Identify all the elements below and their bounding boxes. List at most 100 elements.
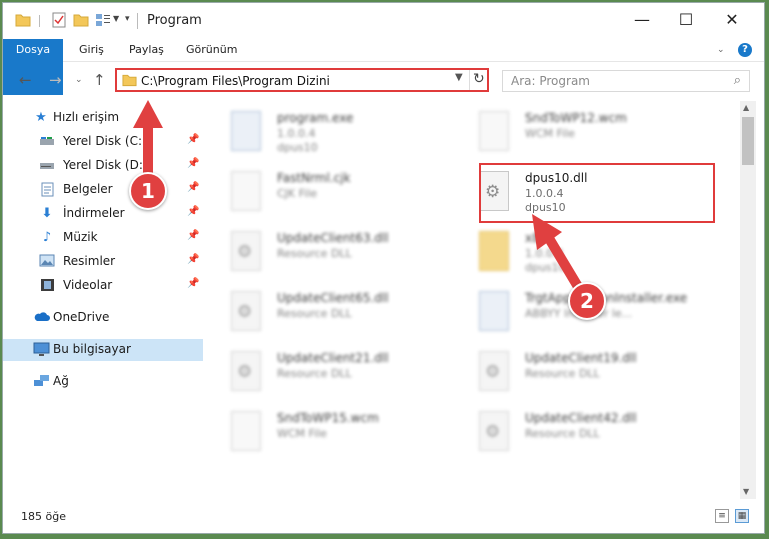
file-detail: Resource DLL — [277, 247, 352, 260]
star-icon: ★ — [35, 110, 47, 125]
sidebar-item-quick-access[interactable]: ★ Hızlı erişim — [3, 107, 203, 129]
details-view-icon[interactable]: ≡ — [715, 509, 729, 523]
installer-icon — [479, 291, 509, 331]
new-folder-icon[interactable] — [73, 12, 89, 30]
file-detail: Resource DLL — [277, 307, 352, 320]
minimize-button[interactable]: — — [629, 9, 655, 31]
file-detail: 1.0.0.4 — [277, 127, 316, 140]
tab-home[interactable]: Giriş — [79, 39, 104, 61]
document-file-icon — [479, 111, 509, 151]
scroll-up-icon[interactable]: ▲ — [743, 103, 749, 112]
file-detail: Resource DLL — [525, 427, 600, 440]
drive-icon — [39, 158, 55, 174]
file-name: UpdateClient65.dll — [277, 291, 389, 305]
sidebar-item-label: Yerel Disk (D:) — [63, 158, 148, 172]
file-item[interactable]: SndToWP15.wcm WCM File — [213, 407, 453, 463]
view-options-icon[interactable] — [95, 12, 111, 30]
address-path[interactable]: C:\Program Files\Program Dizini — [141, 74, 330, 88]
large-icons-view-icon[interactable]: ▦ — [735, 509, 749, 523]
file-name: UpdateClient19.dll — [525, 351, 637, 365]
file-detail: Resource DLL — [525, 367, 600, 380]
pin-icon[interactable]: 📌 — [187, 182, 199, 193]
folder-icon[interactable] — [15, 12, 31, 30]
dll-gear-icon — [231, 231, 261, 271]
step-callout-2: 2 — [568, 282, 606, 320]
sidebar-item-label: Belgeler — [63, 182, 113, 196]
pin-icon[interactable]: 📌 — [187, 230, 199, 241]
file-name: FastNrml.cjk — [277, 171, 351, 185]
sidebar-item-label: Hızlı erişim — [53, 110, 120, 124]
file-item[interactable]: UpdateClient21.dll Resource DLL — [213, 347, 453, 403]
address-bar[interactable]: C:\Program Files\Program Dizini ▼ ↻ — [115, 68, 489, 92]
sidebar-item-music[interactable]: ♪ Müzik 📌 — [3, 227, 203, 249]
pictures-icon — [39, 254, 55, 270]
sidebar-item-local-disk-c[interactable]: Yerel Disk (C:) 📌 — [3, 131, 203, 153]
sidebar-item-this-pc[interactable]: Bu bilgisayar — [3, 339, 203, 361]
pin-icon[interactable]: 📌 — [187, 206, 199, 217]
sidebar-item-label: Ağ — [53, 374, 69, 388]
dll-gear-icon — [231, 291, 261, 331]
sidebar-item-local-disk-d[interactable]: Yerel Disk (D:) 📌 — [3, 155, 203, 177]
tab-view[interactable]: Görünüm — [186, 39, 237, 61]
sidebar-item-onedrive[interactable]: OneDrive — [3, 307, 203, 329]
file-name: SndToWP12.wcm — [525, 111, 627, 125]
help-icon[interactable]: ? — [738, 43, 752, 57]
qa-divider — [39, 15, 40, 27]
expand-ribbon-icon[interactable]: ⌄ — [717, 39, 725, 61]
pin-icon[interactable]: 📌 — [187, 158, 199, 169]
forward-arrow-icon[interactable]: → — [49, 71, 62, 89]
file-detail: dpus10 — [277, 141, 318, 154]
file-detail: dpus10 — [525, 261, 566, 274]
file-name: SndToWP15.wcm — [277, 411, 379, 425]
maximize-button[interactable]: ☐ — [673, 9, 699, 31]
search-box[interactable]: Ara: Program ⌕ — [502, 70, 750, 92]
sidebar-item-label: İndirmeler — [63, 206, 125, 220]
search-icon[interactable]: ⌕ — [734, 73, 741, 88]
pin-icon[interactable]: 📌 — [187, 134, 199, 145]
sidebar-item-pictures[interactable]: Resimler 📌 — [3, 251, 203, 273]
file-detail: CJK File — [277, 187, 318, 200]
sidebar-item-label: Yerel Disk (C:) — [63, 134, 147, 148]
file-item[interactable]: FastNrml.cjk CJK File — [213, 167, 453, 223]
file-detail: Resource DLL — [277, 367, 352, 380]
scroll-thumb[interactable] — [742, 117, 754, 165]
sidebar-item-label: OneDrive — [53, 310, 110, 324]
file-item[interactable]: UpdateClient63.dll Resource DLL — [213, 227, 453, 283]
recent-locations-icon[interactable]: ⌄ — [75, 75, 83, 85]
up-arrow-icon[interactable]: ↑ — [93, 71, 106, 89]
close-button[interactable]: ✕ — [719, 9, 745, 31]
address-dropdown-icon[interactable]: ▼ — [455, 72, 463, 83]
vertical-scrollbar[interactable]: ▲ ▼ — [740, 101, 756, 499]
refresh-icon[interactable]: ↻ — [473, 71, 485, 87]
dll-gear-icon — [479, 351, 509, 391]
computer-icon — [33, 342, 50, 358]
file-name: TrgtApplicationInstaller.exe — [525, 291, 688, 305]
properties-icon[interactable] — [51, 12, 67, 30]
sidebar-item-videos[interactable]: Videolar 📌 — [3, 275, 203, 297]
documents-icon — [39, 182, 55, 198]
sidebar-item-downloads[interactable]: ⬇ İndirmeler 📌 — [3, 203, 203, 225]
sidebar-item-documents[interactable]: Belgeler 📌 — [3, 179, 203, 201]
tab-share[interactable]: Paylaş — [129, 39, 164, 61]
back-arrow-icon[interactable]: ← — [19, 71, 32, 89]
file-item[interactable]: UpdateClient19.dll Resource DLL — [461, 347, 701, 403]
qa-dropdown-icon[interactable]: ▼ — [113, 14, 119, 32]
sidebar-item-network[interactable]: Ağ — [3, 371, 203, 393]
file-name: UpdateClient63.dll — [277, 231, 389, 245]
customize-qa-icon[interactable]: ▾ — [125, 14, 130, 32]
file-item[interactable]: UpdateClient42.dll Resource DLL — [461, 407, 701, 463]
file-item[interactable]: x86 1.0.0.4 dpus10 — [461, 227, 701, 283]
video-icon — [39, 278, 55, 294]
file-item[interactable]: program.exe 1.0.0.4 dpus10 — [213, 107, 453, 163]
file-item[interactable]: UpdateClient65.dll Resource DLL — [213, 287, 453, 343]
title-bar: ▼ ▾ Program — ☐ ✕ — [3, 3, 764, 39]
file-detail: 1.0.0.4 — [525, 247, 564, 260]
pin-icon[interactable]: 📌 — [187, 254, 199, 265]
document-file-icon — [231, 171, 261, 211]
pin-icon[interactable]: 📌 — [187, 278, 199, 289]
scroll-down-icon[interactable]: ▼ — [743, 487, 749, 496]
network-icon — [33, 374, 49, 390]
file-item[interactable]: SndToWP12.wcm WCM File — [461, 107, 701, 163]
search-input[interactable]: Ara: Program — [511, 74, 590, 88]
title-divider — [137, 13, 138, 29]
